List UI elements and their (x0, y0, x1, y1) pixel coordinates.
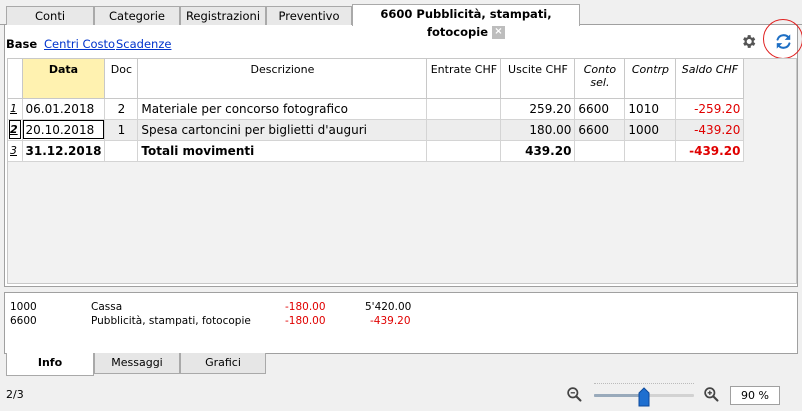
zoom-slider-thumb[interactable] (638, 387, 650, 407)
cell-entrate[interactable] (426, 119, 502, 141)
close-icon[interactable]: × (492, 26, 505, 39)
cell-conto-sel[interactable] (574, 140, 626, 162)
col-header-conto-sel[interactable]: Conto sel. (574, 59, 626, 99)
info-panel: 1000 Cassa -180.00 5'420.00 6600 Pubblic… (4, 292, 798, 354)
cell-doc[interactable]: 1 (104, 119, 139, 141)
cell-contrp[interactable]: 1010 (624, 98, 677, 120)
zoom-value: 90 (741, 389, 756, 402)
top-tab-bar: Conti Categorie Registrazioni Preventivo… (0, 0, 802, 39)
cell-saldo[interactable]: -439.20 (675, 119, 745, 141)
cell-doc[interactable] (104, 140, 139, 162)
account-panel: Base Centri Costo Scadenze Data Doc Desc… (4, 19, 802, 287)
zoom-slider[interactable] (594, 382, 694, 408)
tab-categorie[interactable]: Categorie (94, 6, 180, 25)
cell-conto-sel[interactable]: 6600 (574, 119, 626, 141)
cell-uscite[interactable]: 259.20 (500, 98, 576, 120)
cell-entrate[interactable] (426, 140, 502, 162)
cell-doc[interactable]: 2 (104, 98, 139, 120)
info-account: 6600 (10, 315, 37, 327)
tab-account-6600[interactable]: 6600 Pubblicità, stampati, fotocopie × (352, 4, 580, 39)
row-number[interactable]: 2 (8, 119, 23, 141)
tab-label: Preventivo (278, 9, 340, 23)
table-row[interactable]: 2 20.10.2018 1 Spesa cartoncini per bigl… (8, 119, 745, 141)
tab-registrazioni[interactable]: Registrazioni (180, 6, 266, 25)
col-header-doc[interactable]: Doc (104, 59, 139, 99)
tab-label: Messaggi (111, 356, 163, 369)
tab-label: Grafici (205, 356, 241, 369)
info-account-name: Pubblicità, stampati, fotocopie (91, 315, 251, 327)
transactions-table-area: Data Doc Descrizione Entrate CHF Uscite … (7, 58, 797, 284)
tab-label: Info (37, 356, 63, 369)
cell-descrizione[interactable]: Totali movimenti (137, 140, 428, 162)
tab-messaggi[interactable]: Messaggi (94, 353, 180, 374)
cell-descrizione[interactable]: Materiale per concorso fotografico (137, 98, 428, 120)
row-number[interactable]: 3 (8, 140, 23, 162)
info-account-name: Cassa (91, 301, 123, 313)
info-amount: -180.00 (285, 315, 326, 327)
cell-uscite[interactable]: 180.00 (500, 119, 576, 141)
tab-label: Registrazioni (185, 9, 261, 23)
cell-uscite[interactable]: 439.20 (500, 140, 576, 162)
gear-icon[interactable] (740, 33, 757, 50)
cell-data[interactable]: 31.12.2018 (22, 140, 106, 162)
info-balance: 5'420.00 (365, 301, 412, 313)
zoom-slider-fill (594, 394, 644, 397)
tab-label: Conti (34, 9, 66, 23)
zoom-in-icon[interactable] (703, 386, 720, 403)
col-header-uscite[interactable]: Uscite CHF (500, 59, 576, 99)
page-indicator: 2/3 (6, 388, 24, 401)
info-balance: -439.20 (370, 315, 411, 327)
cell-saldo[interactable]: -259.20 (675, 98, 745, 120)
cell-descrizione[interactable]: Spesa cartoncini per biglietti d'auguri (137, 119, 428, 141)
row-number[interactable]: 1 (8, 98, 23, 120)
cell-conto-sel[interactable]: 6600 (574, 98, 626, 120)
info-account: 1000 (10, 301, 37, 313)
col-header-entrate[interactable]: Entrate CHF (426, 59, 502, 99)
subtab-centri-costo[interactable]: Centri Costo (44, 37, 115, 51)
cell-entrate[interactable] (426, 98, 502, 120)
tab-label: Categorie (109, 9, 165, 23)
zoom-unit: % (758, 389, 769, 402)
table-header: Data Doc Descrizione Entrate CHF Uscite … (8, 59, 745, 99)
subtab-scadenze[interactable]: Scadenze (116, 37, 171, 51)
refresh-icon[interactable] (774, 32, 793, 51)
cell-data[interactable]: 06.01.2018 (22, 98, 106, 120)
cell-data[interactable]: 20.10.2018 (22, 119, 106, 141)
col-header-saldo[interactable]: Saldo CHF (675, 59, 745, 99)
table-row[interactable]: 1 06.01.2018 2 Materiale per concorso fo… (8, 98, 745, 120)
zoom-input[interactable]: 90 % (730, 386, 780, 405)
col-header-data[interactable]: Data (22, 59, 106, 99)
tab-conti[interactable]: Conti (6, 6, 94, 25)
col-header-contrp[interactable]: Contrp (624, 59, 677, 99)
zoom-out-icon[interactable] (566, 386, 583, 403)
cell-contrp[interactable] (624, 140, 677, 162)
transactions-table: Data Doc Descrizione Entrate CHF Uscite … (8, 59, 745, 162)
info-amount: -180.00 (285, 301, 326, 313)
row-number-header (8, 59, 23, 99)
status-bar: 2/3 90 % (0, 378, 802, 411)
col-header-descrizione[interactable]: Descrizione (137, 59, 428, 99)
table-row-total[interactable]: 3 31.12.2018 Totali movimenti 439.20 -43… (8, 140, 745, 162)
tab-info[interactable]: Info (6, 353, 94, 376)
subtab-base[interactable]: Base (6, 37, 37, 51)
tab-preventivo[interactable]: Preventivo (266, 6, 352, 25)
tab-grafici[interactable]: Grafici (180, 353, 266, 374)
cell-saldo[interactable]: -439.20 (675, 140, 745, 162)
cell-contrp[interactable]: 1000 (624, 119, 677, 141)
